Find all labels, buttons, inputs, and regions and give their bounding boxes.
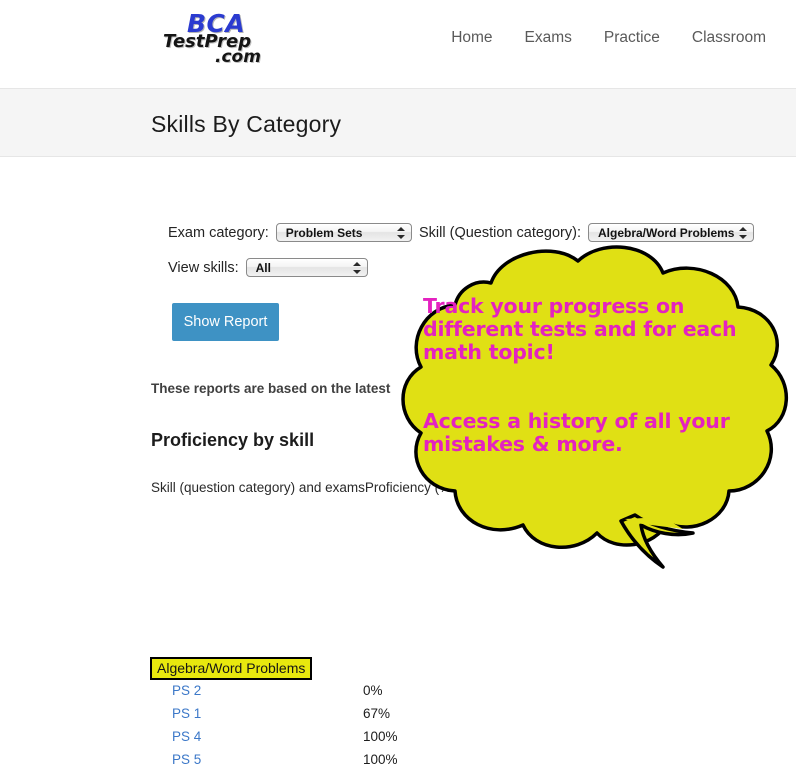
nav-link-practice[interactable]: Practice xyxy=(604,28,660,48)
exam-proficiency: 100% xyxy=(363,729,398,744)
page-title-banner: Skills By Category xyxy=(0,88,796,157)
main-content: Exam category: Problem Sets Skill (Quest… xyxy=(0,157,796,767)
primary-nav-links: Home Exams Practice Classroom xyxy=(451,28,766,48)
reports-note-text: These reports are based on the latest xyxy=(151,381,391,396)
exam-category-label: Exam category: xyxy=(168,224,269,241)
top-navigation-bar: BCA TestPrep .com Home Exams Practice Cl… xyxy=(0,0,796,88)
proficiency-table-header: Skill (question category) and examsProfi… xyxy=(151,480,555,495)
exam-proficiency: 100% xyxy=(363,752,398,767)
skill-category-selected-value: Algebra/Word Problems xyxy=(597,226,735,240)
exam-name[interactable]: PS 4 xyxy=(172,729,201,744)
exam-proficiency: 67% xyxy=(363,706,391,721)
table-row[interactable]: PS 5 100% xyxy=(150,752,550,775)
exam-name[interactable]: PS 2 xyxy=(172,683,201,698)
skill-group-highlight: Algebra/Word Problems xyxy=(150,657,313,680)
table-row[interactable]: PS 4 100% xyxy=(150,729,550,752)
nav-link-home[interactable]: Home xyxy=(451,28,492,48)
site-logo[interactable]: BCA TestPrep .com xyxy=(163,9,283,67)
exam-name[interactable]: PS 1 xyxy=(172,706,201,721)
exam-category-selected-value: Problem Sets xyxy=(285,226,363,240)
page-title: Skills By Category xyxy=(151,111,342,137)
exam-category-control: Exam category: Problem Sets xyxy=(168,223,412,242)
stepper-arrows-icon xyxy=(352,260,363,276)
exam-proficiency: 0% xyxy=(363,683,383,698)
view-skills-label: View skills: xyxy=(168,259,239,276)
nav-link-classroom[interactable]: Classroom xyxy=(692,28,766,48)
view-skills-selected-value: All xyxy=(255,261,271,275)
stepper-arrows-icon xyxy=(396,225,407,241)
stepper-arrows-icon xyxy=(738,225,749,241)
view-skills-select[interactable]: All xyxy=(245,258,368,277)
proficiency-heading: Proficiency by skill xyxy=(151,430,315,450)
table-row[interactable]: PS 2 0% xyxy=(150,683,550,706)
skill-category-control: Skill (Question category): Algebra/Word … xyxy=(419,223,754,242)
view-skills-control: View skills: All xyxy=(168,258,368,277)
show-report-button[interactable]: Show Report xyxy=(172,303,279,341)
nav-link-exams[interactable]: Exams xyxy=(525,28,572,48)
skill-category-select[interactable]: Algebra/Word Problems xyxy=(587,223,754,242)
exam-name[interactable]: PS 5 xyxy=(172,752,201,767)
exam-category-select[interactable]: Problem Sets xyxy=(275,223,412,242)
skill-category-label: Skill (Question category): xyxy=(419,224,581,241)
table-row[interactable]: PS 1 67% xyxy=(150,706,550,729)
logo-text-dotcom: .com xyxy=(215,47,261,67)
